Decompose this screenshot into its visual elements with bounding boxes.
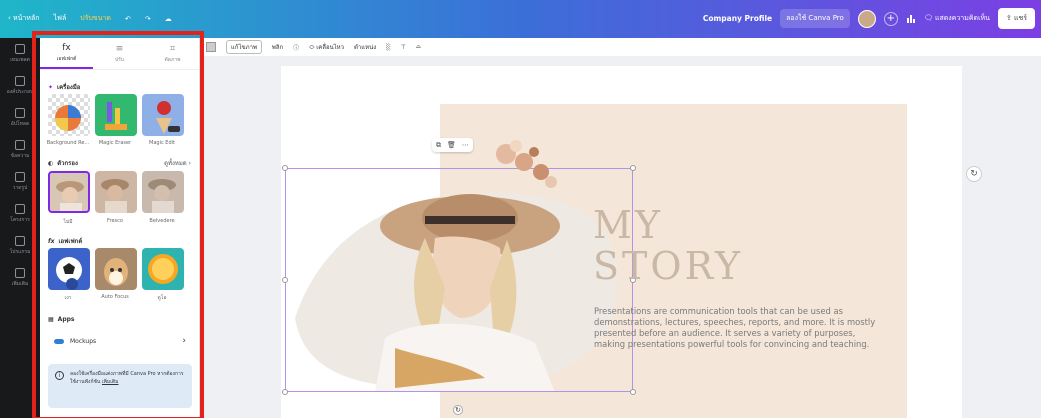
info-icon[interactable]: ⓘ (293, 43, 299, 52)
projects-icon (15, 204, 25, 214)
share-button[interactable]: ⇪ แชร์ (997, 8, 1035, 29)
body-paragraph[interactable]: Presentations are communication tools th… (594, 306, 884, 350)
comment-button[interactable]: 🗨 แสดงความคิดเห็น (924, 13, 990, 24)
color-swatch[interactable] (206, 42, 216, 52)
animate-button[interactable]: ⬭ เคลื่อนไหว (309, 42, 344, 52)
templates-icon (15, 44, 25, 54)
highlight-annotation-box (32, 31, 204, 418)
refresh-icon[interactable]: ↻ (966, 166, 982, 182)
cloud-save-icon: ☁ (164, 14, 172, 23)
rail-label: โปรแกรม (9, 249, 31, 255)
flip-button[interactable]: พลิก (272, 42, 283, 52)
resize-handle[interactable] (282, 165, 288, 171)
avatar[interactable] (857, 9, 876, 28)
position-button[interactable]: ตำแหน่ง (354, 42, 376, 52)
top-bar-right: Company Profile ลองใช้ Canva Pro + 🗨 แสด… (703, 8, 1035, 29)
edit-image-button[interactable]: แก้ไขภาพ (226, 40, 262, 54)
transparency-icon[interactable]: ░ (386, 44, 391, 51)
home-button[interactable]: ‹ หน้าหลัก (8, 13, 40, 24)
upload-icon (15, 108, 25, 118)
lock-icon[interactable]: ⌓ (416, 43, 421, 51)
draw-icon (15, 172, 25, 182)
more-icon[interactable]: ⋯ (462, 141, 469, 149)
heading-my[interactable]: MY (593, 203, 663, 247)
flower-decoration[interactable] (486, 134, 566, 194)
text-icon (15, 140, 25, 150)
trash-icon[interactable]: 🗑 (447, 141, 456, 149)
element-floating-toolbar: ⧉ 🗑 ⋯ (432, 138, 473, 152)
elements-icon (15, 76, 25, 86)
duplicate-icon[interactable]: ⧉ (436, 141, 441, 150)
resize-handle[interactable] (630, 389, 636, 395)
rail-label: องค์ประกอบ (6, 89, 34, 95)
try-pro-button[interactable]: ลองใช้ Canva Pro (780, 9, 850, 28)
selection-frame[interactable] (285, 168, 633, 392)
rail-label: โครงการ (10, 217, 30, 223)
resize-button[interactable]: ปรับขนาด (80, 13, 111, 24)
document-title[interactable]: Company Profile (703, 14, 772, 23)
comment-label: แสดงความคิดเห็น (934, 14, 990, 22)
rail-label: วาดรูป (12, 185, 28, 191)
redo-icon[interactable]: ↷ (145, 15, 151, 23)
undo-icon[interactable]: ↶ (125, 15, 131, 23)
heading-story[interactable]: STORY (593, 244, 743, 288)
rail-label: เพิ่มเติม (11, 281, 29, 287)
paint-format-icon[interactable]: ⊤ (401, 44, 406, 51)
share-label: แชร์ (1013, 14, 1027, 22)
edit-toolbar: แก้ไขภาพ พลิก ⓘ ⬭ เคลื่อนไหว ตำแหน่ง ░ ⊤… (200, 38, 1041, 56)
file-menu[interactable]: ไฟล์ (54, 13, 67, 24)
rail-label: ข้อความ (10, 153, 30, 159)
resize-handle[interactable] (282, 277, 288, 283)
apps-icon (15, 236, 25, 246)
rail-label: เทมเพลต (10, 57, 30, 63)
rail-label: อัปโหลด (10, 121, 30, 127)
more-icon (15, 268, 25, 278)
resize-handle[interactable] (282, 389, 288, 395)
rotate-handle-icon[interactable]: ↻ (453, 405, 463, 415)
top-bar-left: ‹ หน้าหลัก ไฟล์ ปรับขนาด ↶ ↷ ☁ (8, 13, 172, 24)
add-collaborator-button[interactable]: + (883, 11, 898, 26)
bar-chart-icon[interactable] (906, 13, 916, 25)
resize-handle[interactable] (630, 165, 636, 171)
